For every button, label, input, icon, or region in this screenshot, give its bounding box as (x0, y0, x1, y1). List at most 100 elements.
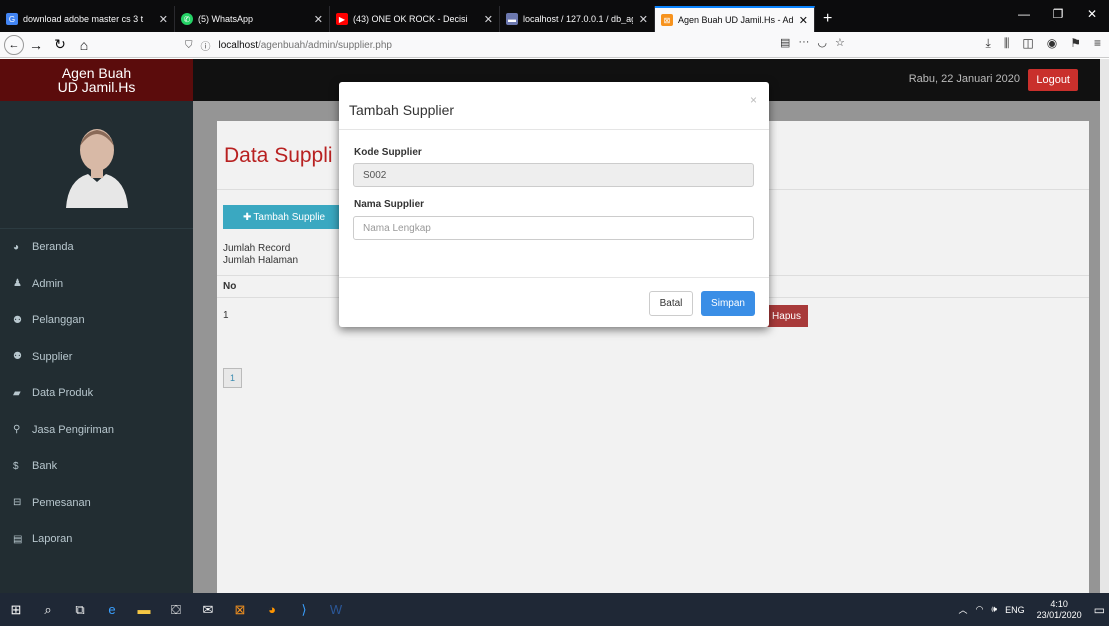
account-icon[interactable]: ◉ (1047, 36, 1057, 51)
xampp-icon[interactable]: ⊠ (224, 593, 256, 626)
tab-label: localhost / 127.0.0.1 / db_agen (523, 14, 633, 24)
tab-whatsapp[interactable]: ✆ (5) WhatsApp ✕ (175, 6, 330, 32)
url-host: localhost (218, 39, 258, 51)
add-supplier-label: Tambah Supplie (253, 211, 326, 223)
close-tab-icon[interactable]: ✕ (159, 13, 168, 26)
reader-view-icon[interactable]: ▤ (780, 36, 790, 49)
close-tab-icon[interactable]: ✕ (484, 13, 493, 26)
sidebar-item-jasa-pengiriman[interactable]: ⚲ Jasa Pengiriman (0, 412, 193, 449)
windows-start-icon[interactable]: ⊞ (0, 593, 32, 626)
sidebar-item-label: Pemesanan (32, 496, 91, 509)
window-controls: — ❐ ✕ (1007, 0, 1109, 28)
new-tab-button[interactable]: + (815, 6, 840, 32)
tab-label: (5) WhatsApp (198, 14, 254, 24)
forward-arrow-icon[interactable]: → (24, 33, 48, 57)
close-window-icon[interactable]: ✕ (1075, 0, 1109, 28)
windows-taskbar: ⊞ ⌕ ⧉ e ▬ ⛋ ✉ ⊠ ◕ ⟩ W ︿ ◠ 🕪 ENG 4:10 23/… (0, 593, 1109, 626)
logout-button[interactable]: Logout (1028, 69, 1078, 91)
back-arrow-icon[interactable]: ← (4, 34, 24, 55)
sidebar-item-bank[interactable]: $ Bank (0, 448, 193, 485)
library-icon[interactable]: ⫼ (1004, 36, 1010, 51)
minimize-icon[interactable]: — (1007, 0, 1041, 28)
sidebar: ◕ Beranda ♟ Admin ⚉ Pelanggan ⚉ Supplier… (0, 101, 193, 593)
sidebar-item-label: Laporan (32, 533, 73, 546)
cancel-button[interactable]: Batal (649, 291, 693, 316)
task-view-icon[interactable]: ⧉ (64, 593, 96, 626)
phpmyadmin-icon: ▬ (506, 13, 518, 25)
nama-supplier-input[interactable] (353, 216, 754, 240)
tab-phpmyadmin[interactable]: ▬ localhost / 127.0.0.1 / db_agen ✕ (500, 6, 655, 32)
logo-line2: UD Jamil.Hs (57, 79, 136, 95)
sidebar-item-label: Supplier (32, 350, 73, 363)
word-icon[interactable]: W (320, 593, 352, 626)
sidebar-item-label: Data Produk (32, 387, 94, 400)
search-icon[interactable]: ⌕ (32, 593, 64, 626)
clock[interactable]: 4:10 23/01/2020 (1037, 599, 1082, 621)
restore-icon[interactable]: ❐ (1041, 0, 1075, 28)
mail-icon[interactable]: ✉ (192, 593, 224, 626)
xampp-icon: ⊠ (661, 14, 673, 26)
sidebar-item-supplier[interactable]: ⚉ Supplier (0, 339, 193, 376)
sidebar-item-pemesanan[interactable]: ⊟ Pemesanan (0, 485, 193, 522)
url-bar[interactable]: ⛉ ⓘ localhost/agenbuah/admin/supplier.ph… (185, 35, 865, 55)
shield-icon: ⛉ (185, 39, 193, 51)
sidebar-item-laporan[interactable]: ▤ Laporan (0, 521, 193, 558)
sidebar-item-label: Jasa Pengiriman (32, 423, 114, 436)
page-count-label: Jumlah Halaman (223, 255, 299, 266)
page-scrollbar[interactable] (1100, 59, 1109, 593)
close-tab-icon[interactable]: ✕ (639, 13, 648, 26)
firefox-icon[interactable]: ◕ (256, 593, 288, 626)
info-icon: ⓘ (200, 41, 211, 53)
sidebar-item-beranda[interactable]: ◕ Beranda (0, 229, 193, 266)
sidebar-item-label: Bank (32, 460, 58, 473)
page-actions-icon[interactable]: ··· (798, 36, 809, 49)
close-icon[interactable]: × (750, 93, 757, 107)
pocket-icon[interactable]: ◡ (817, 36, 827, 49)
sidebar-item-admin[interactable]: ♟ Admin (0, 266, 193, 303)
sidebar-item-pelanggan[interactable]: ⚉ Pelanggan (0, 302, 193, 339)
clock-date: 23/01/2020 (1036, 609, 1082, 620)
store-icon[interactable]: ⛋ (160, 593, 192, 626)
plus-icon: ✚ (243, 211, 252, 223)
dashboard-icon: ◕ (13, 241, 20, 253)
tab-youtube[interactable]: ▶ (43) ONE OK ROCK - Decisi ✕ (330, 6, 500, 32)
avatar-area (0, 101, 193, 229)
menu-icon[interactable]: ≡ (1094, 36, 1101, 51)
record-count-label: Jumlah Record (223, 243, 291, 254)
app-logo[interactable]: Agen Buah UD Jamil.Hs (0, 59, 193, 101)
tab-download-adobe[interactable]: G download adobe master cs 3 t ✕ (0, 6, 175, 32)
pagination-page-1[interactable]: 1 (223, 368, 242, 388)
close-tab-icon[interactable]: ✕ (799, 14, 808, 27)
save-button[interactable]: Simpan (701, 291, 755, 316)
notification-icon[interactable]: ▭ (1094, 603, 1105, 617)
bookmark-star-icon[interactable]: ☆ (835, 36, 845, 49)
home-icon[interactable]: ⌂ (72, 33, 96, 57)
whatsapp-icon: ✆ (181, 13, 193, 25)
download-icon[interactable]: ⤓ (986, 36, 991, 51)
system-tray: ︿ ◠ 🕪 ENG 4:10 23/01/2020 ▭ (955, 593, 1109, 626)
toolbar-icons: ⤓ ⫼ ◫ ◉ ⚑ ≡ (986, 36, 1101, 51)
sidebar-toggle-icon[interactable]: ◫ (1022, 36, 1033, 51)
vscode-icon[interactable]: ⟩ (288, 593, 320, 626)
edge-icon[interactable]: e (96, 593, 128, 626)
volume-icon[interactable]: 🕪 (991, 604, 997, 615)
chevron-up-icon[interactable]: ︿ (959, 603, 968, 616)
kode-supplier-label: Kode Supplier (354, 147, 422, 158)
avatar (65, 128, 128, 208)
extension-icon[interactable]: ⚑ (1070, 36, 1081, 51)
file-explorer-icon[interactable]: ▬ (128, 593, 160, 626)
add-supplier-button[interactable]: ✚ Tambah Supplie (223, 205, 343, 229)
tab-agen-buah[interactable]: ⊠ Agen Buah UD Jamil.Hs - Adm ✕ (655, 6, 815, 32)
users-icon: ⚉ (13, 351, 22, 363)
sidebar-item-label: Pelanggan (32, 314, 85, 327)
sidebar-item-data-produk[interactable]: ▰ Data Produk (0, 375, 193, 412)
wifi-icon[interactable]: ◠ (976, 604, 984, 615)
users-icon: ⚉ (13, 314, 22, 326)
reload-icon[interactable]: ↻ (48, 33, 72, 57)
language-indicator[interactable]: ENG (1005, 605, 1025, 615)
sidebar-item-label: Admin (32, 277, 64, 290)
close-tab-icon[interactable]: ✕ (314, 13, 323, 26)
delete-button[interactable]: Hapus (765, 305, 808, 327)
divider (339, 129, 769, 130)
browser-tab-strip: G download adobe master cs 3 t ✕ ✆ (5) W… (0, 0, 1109, 32)
